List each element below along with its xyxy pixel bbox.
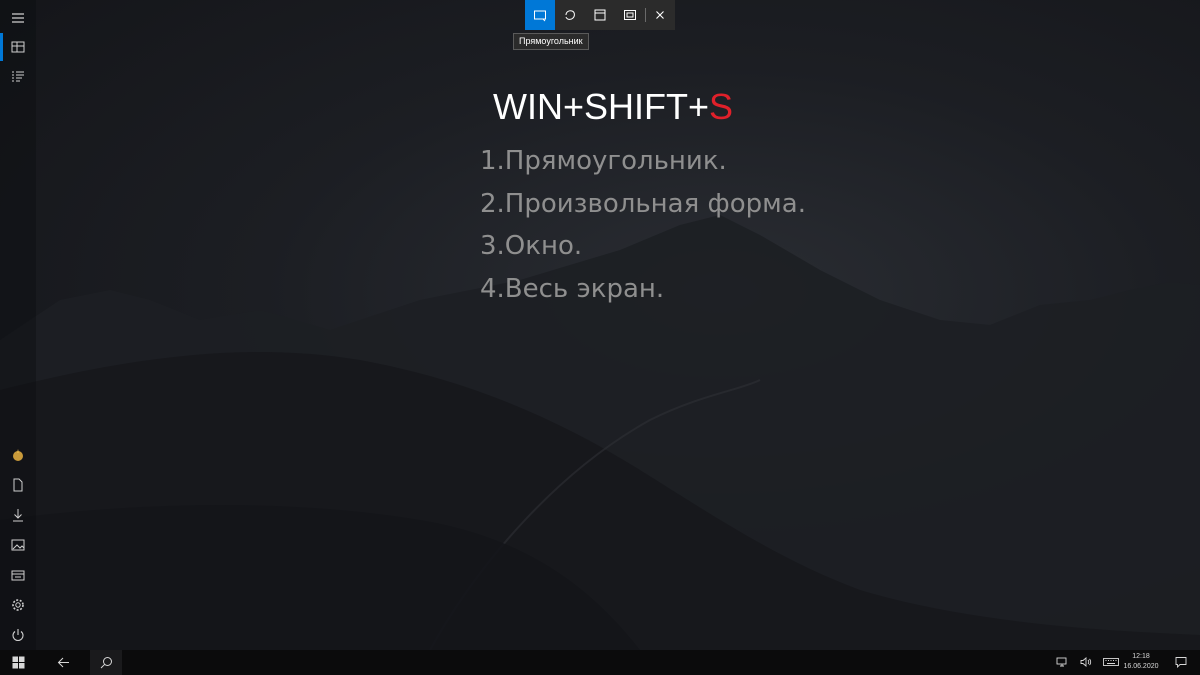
keyboard-icon[interactable] [1103, 656, 1119, 668]
toolbar-separator [645, 8, 646, 22]
rectangle-snip-icon [534, 10, 546, 22]
start-button[interactable] [0, 650, 36, 675]
notifications-icon[interactable] [1175, 656, 1187, 668]
list-item: 1.Прямоугольник. [480, 146, 727, 176]
window-snip-button[interactable] [585, 0, 615, 30]
pictures-icon [11, 539, 25, 551]
hamburger-menu-button[interactable] [0, 3, 36, 33]
taskbar-clock[interactable]: 12:18 16.06.2020 [1120, 652, 1162, 672]
documents-icon [13, 478, 23, 492]
downloads-icon [13, 509, 23, 522]
start-icon [12, 656, 24, 669]
fullscreen-snip-button[interactable] [615, 0, 645, 30]
hotkey-title-prefix: WIN+SHIFT+ [493, 86, 710, 127]
hotkey-title: WIN+SHIFT+S [493, 85, 733, 129]
power-icon [12, 629, 24, 642]
fullscreen-snip-icon [624, 10, 636, 20]
list-icon [12, 71, 24, 82]
list-item: 3.Окно. [480, 231, 583, 261]
clock-time: 12:18 [1132, 653, 1150, 660]
tiles-button[interactable] [0, 32, 36, 62]
taskbar: 12:18 16.06.2020 [0, 650, 1200, 675]
rectangular-snip-button[interactable] [525, 0, 555, 30]
user-account-button[interactable] [0, 440, 36, 470]
clock-date: 16.06.2020 [1123, 663, 1159, 670]
snip-mode-list: 1.Прямоугольник. 2.Произвольная форма. 3… [480, 140, 806, 310]
documents-button[interactable] [0, 470, 36, 500]
volume-icon[interactable] [1080, 656, 1092, 668]
list-item: 4.Весь экран. [480, 273, 665, 304]
search-button[interactable] [90, 650, 122, 675]
settings-icon [12, 599, 24, 611]
start-menu-rail [0, 0, 36, 650]
explorer-icon [11, 570, 25, 581]
power-button[interactable] [0, 620, 36, 650]
downloads-button[interactable] [0, 500, 36, 530]
freeform-snip-button[interactable] [555, 0, 585, 30]
freeform-snip-icon [565, 10, 575, 20]
search-icon [100, 657, 112, 669]
window-snip-icon [594, 9, 606, 21]
close-icon [656, 11, 664, 19]
back-button[interactable] [46, 650, 80, 675]
file-explorer-button[interactable] [0, 560, 36, 590]
user-avatar-icon [13, 449, 23, 461]
rectangular-snip-tooltip: Прямоугольник [513, 33, 589, 50]
settings-button[interactable] [0, 590, 36, 620]
list-item: 2.Произвольная форма. [480, 188, 806, 219]
hotkey-title-accent: S [709, 86, 734, 127]
close-snip-button[interactable] [645, 0, 675, 30]
all-apps-button[interactable] [0, 62, 36, 92]
back-icon [57, 657, 69, 668]
snip-toolbar [525, 0, 675, 30]
pictures-button[interactable] [0, 530, 36, 560]
network-icon[interactable] [1056, 656, 1068, 668]
tiles-icon [11, 41, 25, 53]
hamburger-menu-icon [12, 13, 24, 23]
